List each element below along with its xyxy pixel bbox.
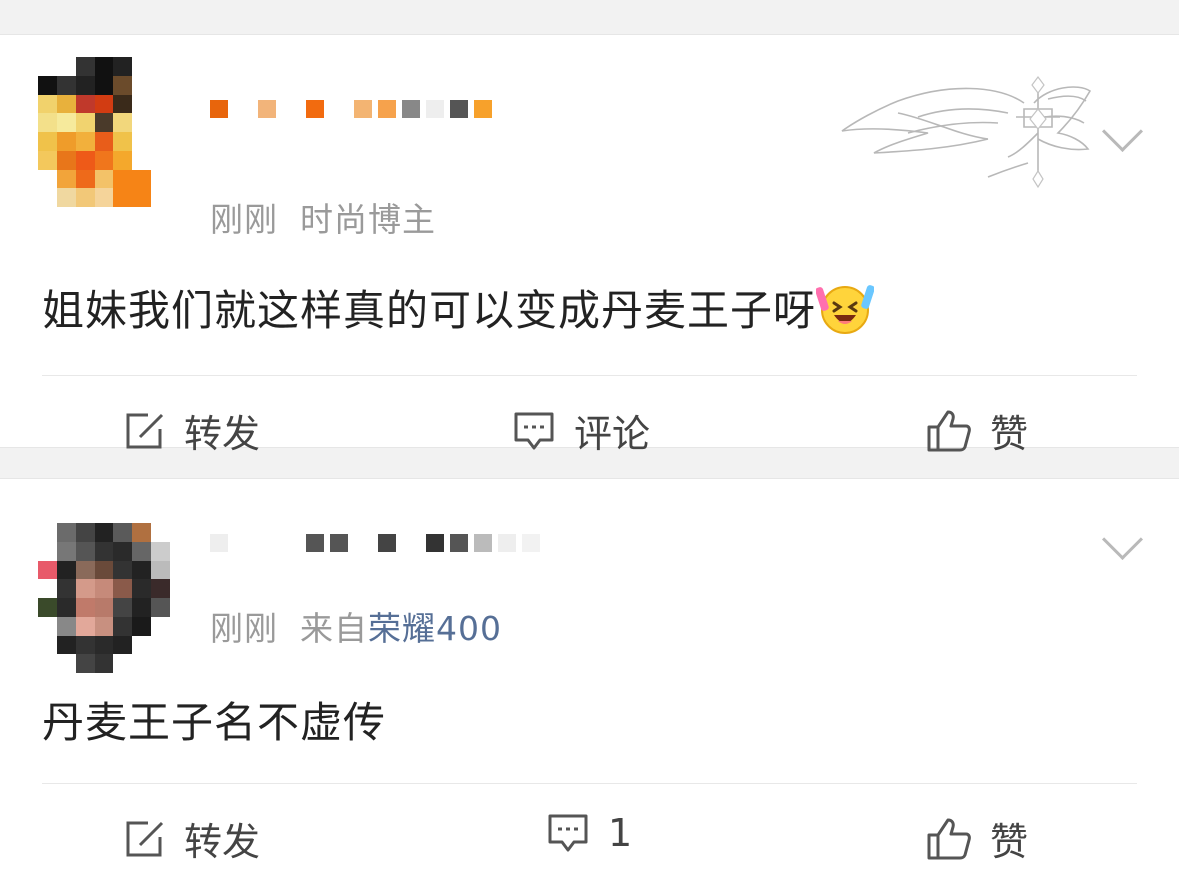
post-content: 丹麦王子名不虚传 <box>42 689 386 750</box>
like-button[interactable]: 赞 <box>926 811 1028 866</box>
avatar[interactable] <box>38 57 170 207</box>
divider <box>42 375 1137 376</box>
angel-wings-cross-decoration-icon <box>841 76 1092 189</box>
laughing-party-emoji-icon <box>816 284 875 334</box>
thumbs-up-icon <box>927 818 971 859</box>
avatar[interactable] <box>38 523 170 673</box>
repost-icon <box>126 821 164 856</box>
repost-label: 转发 <box>184 412 261 456</box>
divider <box>42 783 1137 784</box>
post-text: 姐妹我们就这样真的可以变成丹麦王子呀 <box>42 286 817 335</box>
repost-button[interactable]: 转发 <box>124 811 260 866</box>
post-meta: 刚刚 来自荣耀400 <box>210 602 502 650</box>
repost-label: 转发 <box>184 820 261 864</box>
repost-icon <box>126 413 164 448</box>
like-button[interactable]: 赞 <box>926 403 1028 458</box>
comment-icon <box>548 814 588 852</box>
post-content: 姐妹我们就这样真的可以变成丹麦王子呀 <box>42 277 875 338</box>
post-source: 时尚博主 <box>300 200 436 239</box>
comment-button[interactable]: 1 <box>546 811 632 855</box>
post-time: 刚刚 <box>210 200 278 239</box>
username-redacted[interactable] <box>210 523 540 563</box>
comment-label: 评论 <box>574 412 651 456</box>
device-link[interactable]: 荣耀400 <box>368 609 502 648</box>
post-source-prefix: 来自 <box>300 609 368 648</box>
comment-icon <box>514 412 554 449</box>
thumbs-up-icon <box>927 410 971 451</box>
like-label: 赞 <box>990 412 1029 456</box>
post-text: 丹麦王子名不虚传 <box>42 698 387 747</box>
comment-count: 1 <box>608 811 633 855</box>
feed-gap-top <box>0 0 1179 35</box>
username-redacted[interactable] <box>210 89 492 129</box>
post-time: 刚刚 <box>210 609 278 648</box>
comment-button[interactable]: 评论 <box>512 403 650 458</box>
repost-button[interactable]: 转发 <box>124 403 260 458</box>
post-card-1: 刚刚 时尚博主 姐妹我们就这样真的可以变成丹麦王子呀 转发 评论 赞 <box>0 35 1179 456</box>
chevron-down-icon[interactable] <box>1101 110 1144 153</box>
post-card-2: 刚刚 来自荣耀400 丹麦王子名不虚传 转发 1 赞 <box>0 479 1179 890</box>
like-label: 赞 <box>990 820 1029 864</box>
post-meta: 刚刚 时尚博主 <box>210 193 436 241</box>
chevron-down-icon[interactable] <box>1101 518 1144 561</box>
